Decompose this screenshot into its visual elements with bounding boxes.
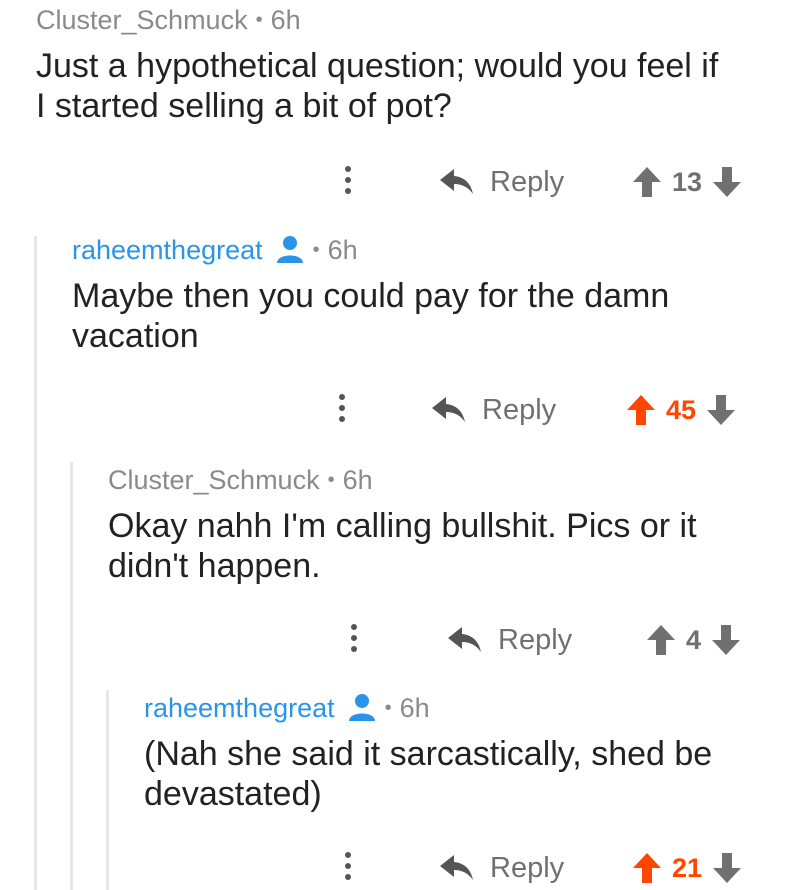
comment: Cluster_Schmuck • 6h Just a hypothetical… [36,2,800,126]
reply-button[interactable]: Reply [440,848,564,888]
vote-score: 4 [686,624,702,655]
reply-arrow-icon [440,855,473,880]
downvote-arrow-icon[interactable] [712,852,742,884]
more-options-icon[interactable] [343,166,353,200]
comment-body: (Nah she said it sarcastically, shed be … [144,735,713,813]
comment-meta: raheemthegreat • 6h [144,690,800,726]
vote-group: 4 [646,620,741,660]
submitter-person-icon [348,694,375,721]
reply-button[interactable]: Reply [432,390,556,430]
more-options-icon[interactable] [343,852,353,886]
comment: Cluster_Schmuck • 6h Okay nahh I'm calli… [108,462,800,586]
reply-arrow-icon [432,397,465,422]
comment-meta: Cluster_Schmuck • 6h [36,2,800,38]
reply-label: Reply [482,393,557,426]
reply-arrow-icon [440,169,473,194]
comment-body: Just a hypothetical question; would you … [36,47,719,125]
comment-author[interactable]: raheemthegreat [72,232,263,268]
thread-line-level-1 [34,236,37,890]
reply-arrow-icon [448,627,481,652]
upvote-arrow-icon[interactable] [646,624,676,656]
upvote-arrow-icon[interactable] [626,394,656,426]
comment-author[interactable]: raheemthegreat [144,690,335,726]
comment-actions: Reply 45 [0,390,800,430]
comment-author[interactable]: Cluster_Schmuck [36,2,248,38]
downvote-arrow-icon[interactable] [711,624,741,656]
vote-group: 13 [632,162,742,202]
comment-time: 6h [270,5,301,35]
meta-separator: • [312,239,320,261]
upvote-arrow-icon[interactable] [632,166,662,198]
meta-separator: • [327,469,335,491]
upvote-arrow-icon[interactable] [632,852,662,884]
comment-actions: Reply 13 [0,162,800,202]
comment-time: 6h [399,693,430,723]
vote-group: 45 [626,390,736,430]
comment: raheemthegreat • 6h (Nah she said it sar… [144,690,800,814]
reply-button[interactable]: Reply [440,162,564,202]
comment-actions: Reply 21 [0,848,800,888]
reply-label: Reply [490,851,565,884]
comment-meta: raheemthegreat • 6h [72,232,800,268]
comment-author[interactable]: Cluster_Schmuck [108,462,320,498]
vote-score: 21 [672,852,703,883]
meta-separator: • [255,9,263,31]
downvote-arrow-icon[interactable] [712,166,742,198]
comment-actions: Reply 4 [0,620,800,660]
reply-label: Reply [490,165,565,198]
vote-group: 21 [632,848,742,888]
reply-label: Reply [498,623,573,656]
comment: raheemthegreat • 6h Maybe then you could… [72,232,800,356]
vote-score: 45 [666,394,697,425]
thread-line-level-2 [70,462,73,890]
comment-meta: Cluster_Schmuck • 6h [108,462,800,498]
more-options-icon[interactable] [349,624,359,658]
comment-body: Okay nahh I'm calling bullshit. Pics or … [108,507,697,585]
downvote-arrow-icon[interactable] [706,394,736,426]
more-options-icon[interactable] [337,394,347,428]
reply-button[interactable]: Reply [448,620,572,660]
submitter-person-icon [276,236,303,263]
comment-body: Maybe then you could pay for the damn va… [72,277,670,355]
meta-separator: • [384,697,392,719]
comment-time: 6h [342,465,373,495]
comment-time: 6h [327,235,358,265]
vote-score: 13 [672,166,703,197]
